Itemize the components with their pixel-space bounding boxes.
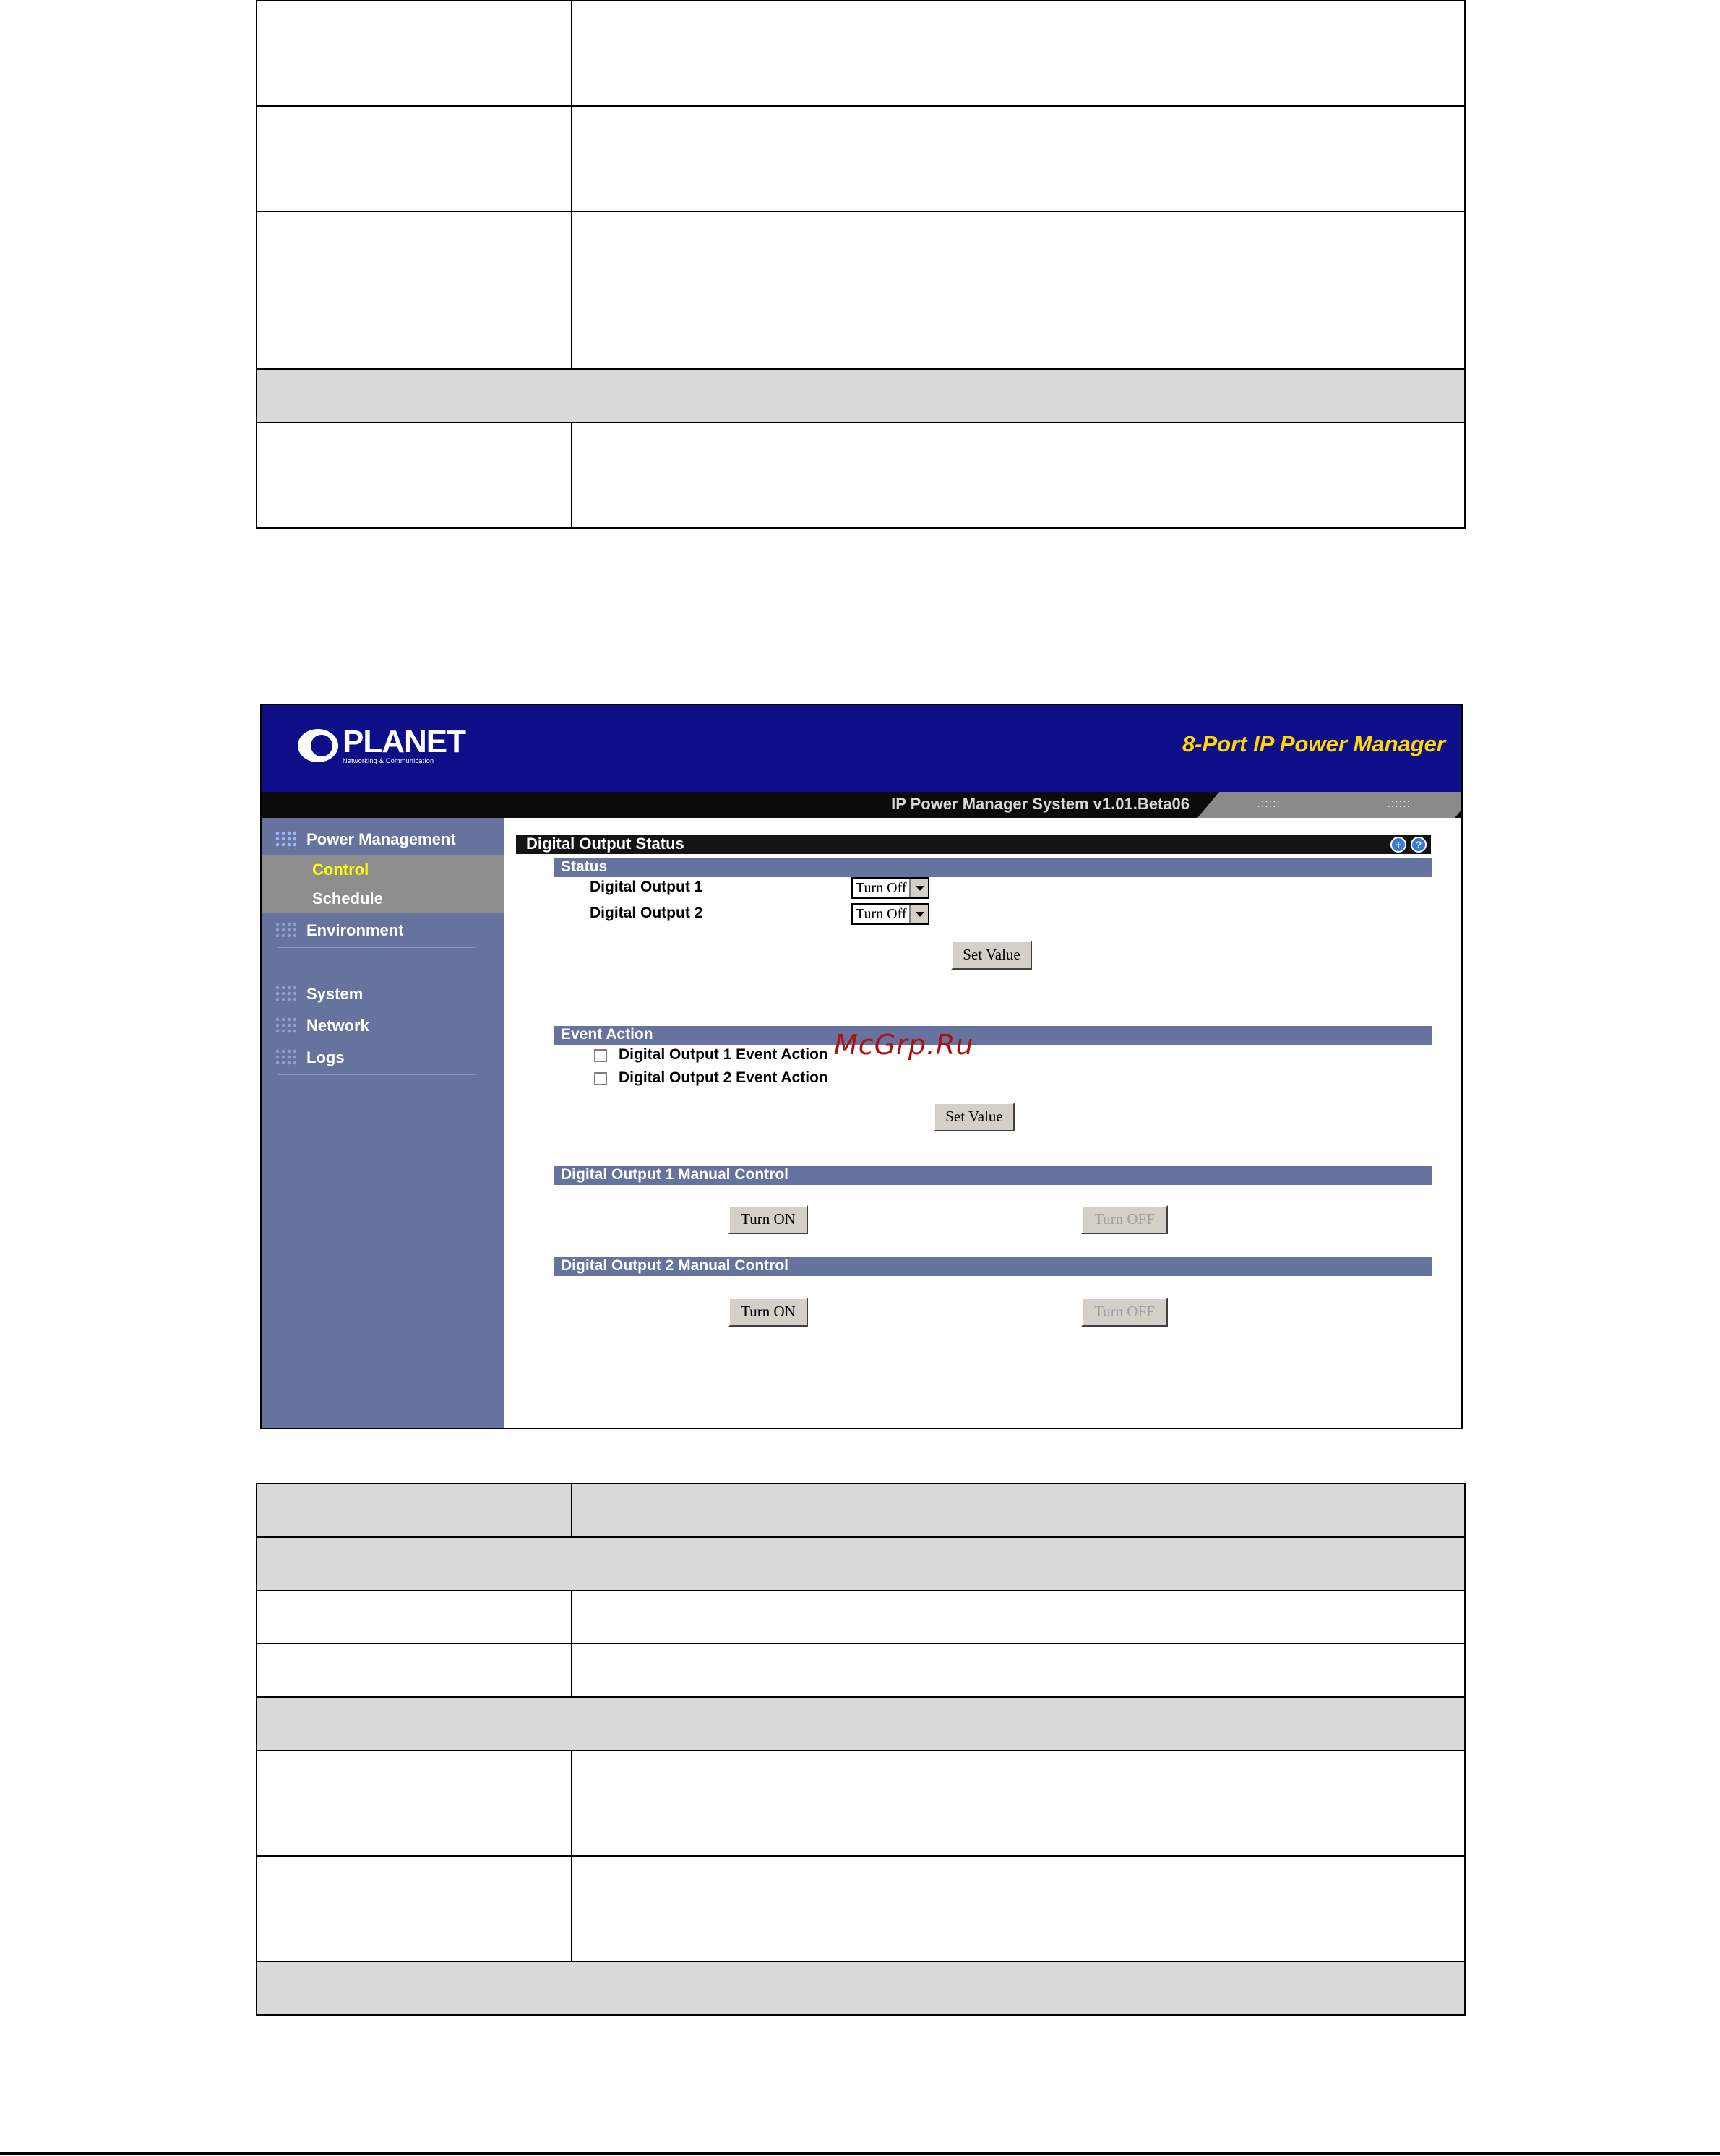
output-1-turn-on-button[interactable]: Turn ON bbox=[728, 1205, 808, 1234]
table-row bbox=[257, 1857, 1464, 1962]
grid-dots-icon bbox=[275, 921, 296, 940]
main-content: Digital Output Status + ? Status Digital… bbox=[504, 818, 1461, 1428]
page-footer-rule bbox=[0, 2152, 1720, 2155]
table-row bbox=[257, 1591, 1464, 1644]
sidebar-subitem-schedule[interactable]: Schedule bbox=[262, 884, 504, 913]
sidebar-item-label: Environment bbox=[306, 921, 404, 939]
sidebar-item-label: Network bbox=[306, 1017, 369, 1035]
top-doc-table bbox=[256, 0, 1466, 529]
help-icon[interactable]: ? bbox=[1411, 837, 1427, 853]
digital-output-1-label: Digital Output 1 bbox=[590, 879, 703, 895]
tab-dots-icon: .::::: bbox=[1257, 798, 1281, 810]
sidebar-item-power-management[interactable]: Power Management bbox=[275, 825, 456, 854]
table-section-row bbox=[257, 370, 1464, 423]
event-action-1-checkbox[interactable] bbox=[594, 1049, 607, 1062]
table-row bbox=[257, 1, 1464, 107]
sidebar-item-environment[interactable]: Environment bbox=[275, 916, 403, 945]
version-text: IP Power Manager System v1.01.Beta06 bbox=[891, 795, 1190, 813]
sidebar-subitem-label: Control bbox=[312, 861, 369, 879]
table-row bbox=[257, 1644, 1464, 1698]
sidebar-item-label: System bbox=[306, 985, 364, 1003]
sidebar-divider bbox=[278, 947, 476, 948]
grid-dots-icon bbox=[275, 1048, 296, 1067]
table-header-row bbox=[257, 1484, 1464, 1538]
section-header-manual-control-1: Digital Output 1 Manual Control bbox=[554, 1166, 1432, 1185]
page-title: Digital Output Status bbox=[526, 835, 684, 853]
digital-output-1-select[interactable]: Turn Off bbox=[851, 877, 929, 899]
digital-output-2-label: Digital Output 2 bbox=[590, 905, 703, 921]
event-action-2-label: Digital Output 2 Event Action bbox=[619, 1069, 828, 1086]
chevron-down-icon bbox=[909, 879, 928, 897]
sidebar-item-label: Logs bbox=[306, 1048, 345, 1066]
app-header: PLANET Networking & Communication 8-Port… bbox=[262, 705, 1461, 792]
select-value: Turn Off bbox=[856, 880, 907, 896]
sidebar-subitem-label: Schedule bbox=[312, 889, 383, 907]
section-header-status: Status bbox=[554, 858, 1432, 877]
table-section-row bbox=[257, 1962, 1464, 2014]
event-set-value-button[interactable]: Set Value bbox=[934, 1103, 1015, 1131]
chevron-down-icon bbox=[909, 905, 928, 923]
sidebar-divider bbox=[278, 1074, 476, 1075]
section-title: Status bbox=[561, 858, 608, 875]
sidebar: Power Management Control Schedule Enviro… bbox=[262, 818, 504, 1428]
sidebar-subitem-control[interactable]: Control bbox=[262, 855, 504, 884]
sidebar-item-label: Power Management bbox=[306, 830, 456, 848]
planet-logo-icon bbox=[298, 729, 338, 762]
grid-dots-icon bbox=[275, 985, 296, 1004]
output-1-turn-off-button[interactable]: Turn OFF bbox=[1081, 1205, 1168, 1234]
section-title: Event Action bbox=[561, 1026, 653, 1043]
logo-text: PLANET bbox=[343, 724, 466, 759]
table-row bbox=[257, 107, 1464, 212]
page-title-bar: Digital Output Status + ? bbox=[516, 835, 1431, 854]
output-2-turn-off-button[interactable]: Turn OFF bbox=[1081, 1298, 1168, 1327]
grid-dots-icon bbox=[275, 1017, 296, 1035]
table-row bbox=[257, 423, 1464, 527]
select-value: Turn Off bbox=[856, 906, 907, 922]
table-section-row bbox=[257, 1538, 1464, 1591]
version-bar: IP Power Manager System v1.01.Beta06 .::… bbox=[262, 792, 1461, 818]
event-action-2-checkbox[interactable] bbox=[594, 1072, 607, 1085]
digital-output-2-select[interactable]: Turn Off bbox=[851, 903, 929, 925]
grid-dots-icon bbox=[275, 830, 296, 849]
table-section-row bbox=[257, 1698, 1464, 1751]
sidebar-item-network[interactable]: Network bbox=[275, 1012, 369, 1040]
watermark: McGrp.Ru bbox=[834, 1029, 974, 1061]
section-title: Digital Output 2 Manual Control bbox=[561, 1257, 788, 1274]
product-title: 8-Port IP Power Manager bbox=[1182, 731, 1445, 756]
status-set-value-button[interactable]: Set Value bbox=[951, 941, 1032, 970]
sidebar-item-logs[interactable]: Logs bbox=[275, 1043, 345, 1072]
section-header-manual-control-2: Digital Output 2 Manual Control bbox=[554, 1257, 1432, 1276]
planet-logo: PLANET Networking & Communication bbox=[298, 724, 466, 764]
section-header-event-action: Event Action bbox=[554, 1026, 1432, 1045]
bottom-doc-table bbox=[256, 1483, 1466, 2016]
tab-dots-icon: .::::: bbox=[1387, 798, 1411, 810]
app-window: PLANET Networking & Communication 8-Port… bbox=[260, 704, 1463, 1429]
section-title: Digital Output 1 Manual Control bbox=[561, 1166, 788, 1183]
add-icon[interactable]: + bbox=[1390, 837, 1406, 853]
logo-subtitle: Networking & Communication bbox=[343, 757, 434, 764]
table-row bbox=[257, 212, 1464, 370]
output-2-turn-on-button[interactable]: Turn ON bbox=[728, 1298, 808, 1327]
sidebar-item-system[interactable]: System bbox=[275, 980, 363, 1009]
event-action-1-label: Digital Output 1 Event Action bbox=[619, 1046, 828, 1063]
table-row bbox=[257, 1751, 1464, 1857]
